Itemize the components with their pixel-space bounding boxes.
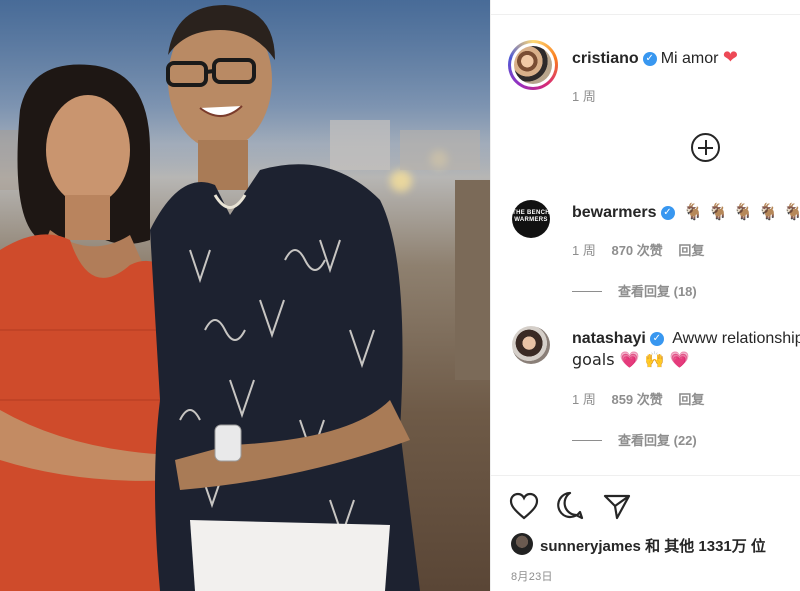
comment-meta: 1 周 859 次赞 回复 (572, 389, 704, 408)
view-replies-row[interactable]: 查看回复 (18) (572, 281, 697, 301)
comment-meta: 1 周 870 次赞 回复 (572, 240, 704, 259)
replies-dash (572, 291, 602, 293)
verified-badge-icon: ✓ (649, 331, 664, 346)
avatar-text: THE BENCH WARMERS (512, 210, 550, 223)
view-replies-row[interactable]: 查看回复 (22) (572, 430, 697, 450)
comment-bewarmers: bewarmers ✓ 🐐 🐐 🐐 🐐 🐐 (572, 202, 800, 222)
likes-summary[interactable]: sunneryjames 和 其他 1331万 位 (540, 535, 766, 556)
post-date[interactable]: 8月23日 (511, 568, 553, 584)
natashayi-avatar[interactable] (512, 326, 550, 364)
replies-dash (572, 440, 602, 442)
load-more-plus-icon[interactable] (691, 133, 720, 162)
view-replies-button[interactable]: 查看回复 (18) (618, 284, 697, 299)
liker-username[interactable]: sunneryjames (540, 538, 641, 555)
verified-badge-icon: ✓ (660, 205, 675, 220)
comment-likes[interactable]: 870 次赞 (611, 243, 662, 258)
author-avatar[interactable] (508, 40, 558, 90)
comment-natashayi: natashayi ✓ Awww relationship (572, 330, 800, 348)
caption-text: Mi amor (660, 50, 719, 67)
comment-username[interactable]: bewarmers (572, 204, 657, 221)
reply-button[interactable]: 回复 (678, 243, 704, 258)
caption-line: cristiano ✓ Mi amor ❤ (572, 47, 738, 68)
verified-badge-icon: ✓ (642, 51, 657, 66)
liker-avatar[interactable] (511, 533, 533, 555)
photo-people-illustration (0, 5, 490, 591)
likes-count-text[interactable]: 和 其他 1331万 位 (645, 538, 766, 555)
panel-top-divider (491, 14, 800, 15)
comment-username[interactable]: natashayi (572, 330, 646, 347)
avatar-image (514, 46, 552, 84)
post-details-panel: cristiano ✓ Mi amor ❤ 1 周 THE BENCH WARMER… (490, 0, 800, 591)
share-icon[interactable] (602, 492, 632, 525)
heart-icon[interactable] (509, 492, 539, 525)
comment-icon[interactable] (555, 490, 585, 525)
caption-time[interactable]: 1 周 (572, 86, 596, 105)
post-photo[interactable] (0, 0, 490, 591)
red-heart-emoji: ❤ (722, 47, 739, 68)
view-replies-button[interactable]: 查看回复 (22) (618, 433, 697, 448)
reply-button[interactable]: 回复 (678, 392, 704, 407)
actions-divider (491, 475, 800, 476)
bewarmers-avatar[interactable]: THE BENCH WARMERS (512, 200, 550, 238)
comment-likes[interactable]: 859 次赞 (611, 392, 662, 407)
action-bar (509, 490, 644, 524)
comment-text: Awww relationship (672, 330, 800, 347)
comment-text: 🐐 🐐 🐐 🐐 🐐 (682, 202, 800, 221)
comment-time[interactable]: 1 周 (572, 392, 596, 407)
comment-time[interactable]: 1 周 (572, 243, 596, 258)
author-username[interactable]: cristiano (572, 50, 639, 67)
comment-text-line2: goals 💗 🙌 💗 (572, 350, 690, 369)
